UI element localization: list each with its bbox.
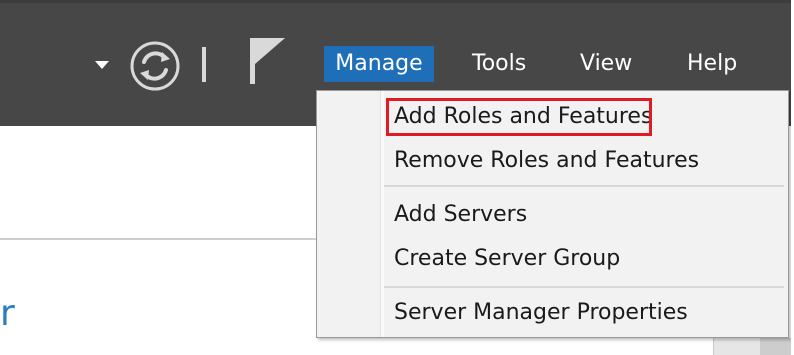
scrollbar-thumb[interactable] — [760, 338, 791, 355]
menu-view[interactable]: View — [580, 46, 632, 82]
page-title-partial: r — [0, 293, 15, 334]
menu-manage[interactable]: Manage — [324, 46, 434, 82]
menu-item-add-servers[interactable]: Add Servers — [394, 199, 527, 231]
refresh-icon[interactable] — [129, 40, 181, 92]
menu-tools[interactable]: Tools — [472, 46, 526, 82]
menu-help[interactable]: Help — [687, 46, 737, 82]
menu-icon-gutter — [380, 91, 384, 337]
server-manager-window: Manage Tools View Help r Add Roles and F… — [0, 0, 791, 355]
menu-item-create-server-group[interactable]: Create Server Group — [394, 243, 620, 275]
menu-separator — [384, 185, 784, 187]
menu-item-remove-roles-and-features[interactable]: Remove Roles and Features — [394, 145, 699, 177]
chevron-down-icon[interactable] — [95, 61, 109, 69]
menu-separator — [384, 286, 784, 288]
menu-item-server-manager-properties[interactable]: Server Manager Properties — [394, 297, 688, 329]
content-divider — [0, 238, 330, 240]
flag-icon[interactable] — [247, 38, 287, 88]
header-top-border — [0, 0, 791, 3]
highlight-box — [386, 98, 652, 136]
toolbar-separator — [202, 47, 206, 82]
